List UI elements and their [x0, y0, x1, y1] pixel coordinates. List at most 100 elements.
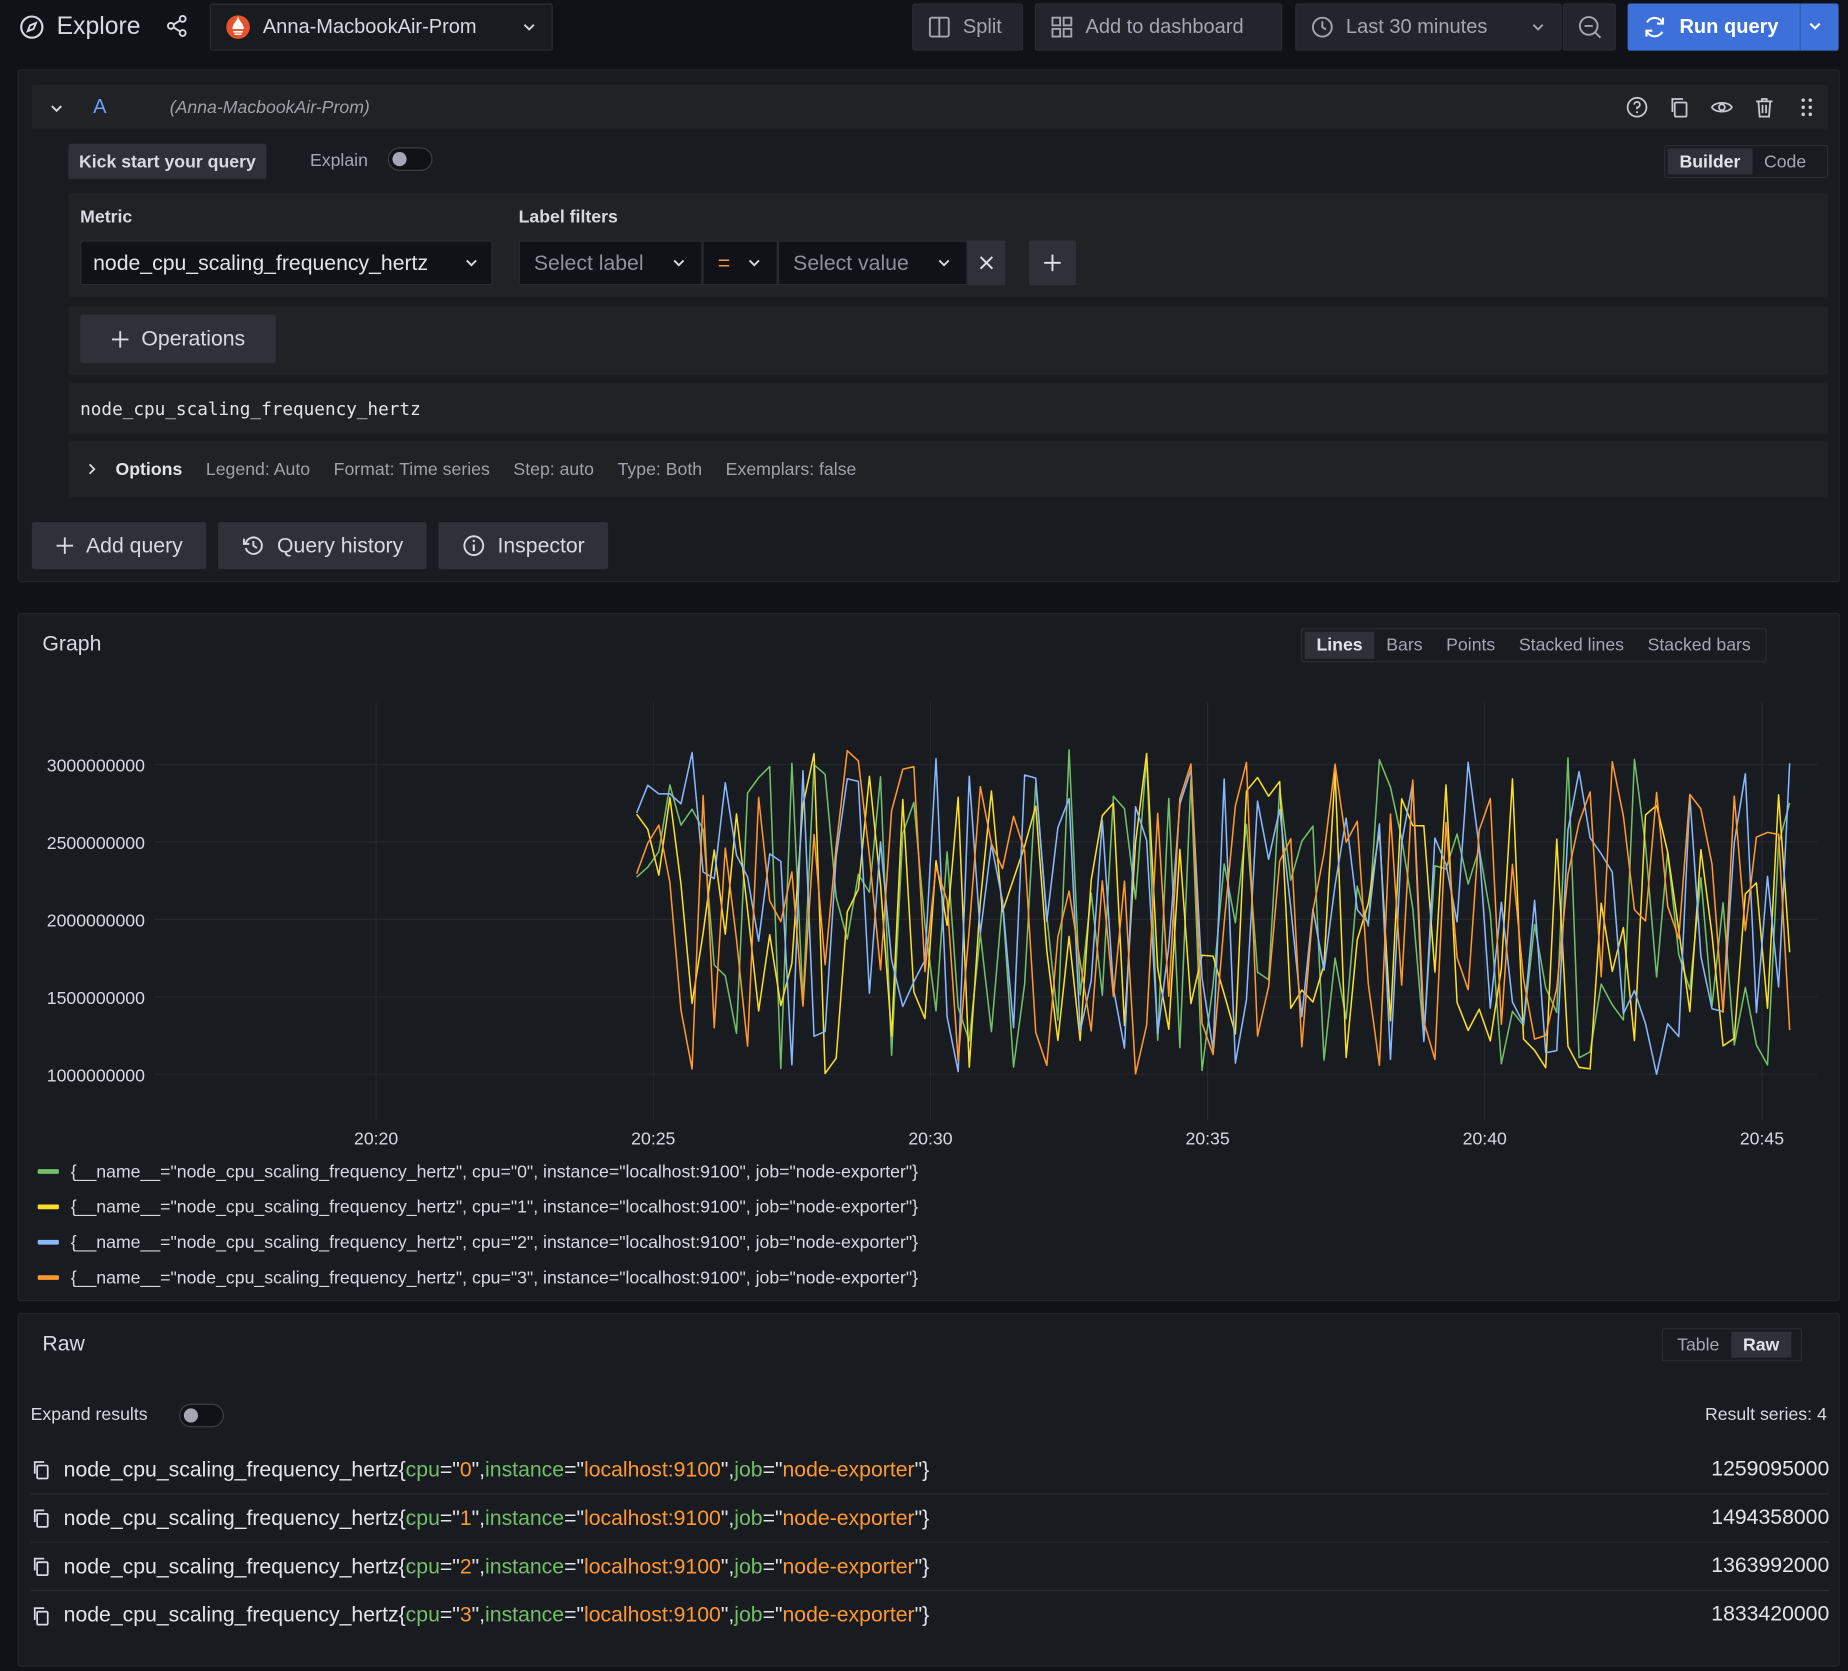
graph-panel: Graph Lines Bars Points Stacked lines St…	[17, 612, 1840, 1302]
metric-name: node_cpu_scaling_frequency_hertz{	[63, 1553, 406, 1578]
label-eq: ="	[564, 1553, 584, 1578]
explain-toggle[interactable]	[387, 147, 433, 171]
view-table[interactable]: Table	[1665, 1332, 1731, 1358]
toggle-knob	[183, 1408, 198, 1423]
label-key: instance	[485, 1505, 565, 1530]
label-eq: ="	[439, 1457, 460, 1481]
split-label: Split	[962, 15, 1002, 38]
label-sep: ",	[720, 1505, 735, 1530]
option-format: Format: Time series	[333, 459, 490, 480]
operator-select[interactable]: =	[702, 240, 778, 286]
view-raw[interactable]: Raw	[1731, 1331, 1792, 1358]
copy-icon[interactable]	[31, 1556, 52, 1577]
columns-icon	[928, 15, 952, 39]
options-title: Options	[115, 459, 183, 480]
time-range-picker[interactable]: Last 30 minutes	[1295, 3, 1562, 51]
help-icon[interactable]	[1625, 95, 1649, 119]
label-eq: ="	[762, 1602, 783, 1627]
query-options-row[interactable]: Options Legend: Auto Format: Time series…	[68, 440, 1828, 498]
toggle-knob	[392, 152, 407, 167]
metric-name: node_cpu_scaling_frequency_hertz{	[63, 1457, 406, 1481]
query-row-header: A (Anna-MacbookAir-Prom)	[31, 84, 1828, 130]
legend-item[interactable]: {__name__="node_cpu_scaling_frequency_he…	[37, 1225, 918, 1260]
graph-type-stacked-bars[interactable]: Stacked bars	[1636, 632, 1763, 659]
query-letter[interactable]: A	[93, 95, 106, 119]
graph-type-lines[interactable]: Lines	[1304, 631, 1375, 659]
label-value: node-exporter	[782, 1505, 915, 1530]
split-button[interactable]: Split	[912, 3, 1023, 51]
label-value: localhost:9100	[583, 1505, 721, 1530]
explore-title: Explore	[19, 7, 141, 47]
label-value: 3	[459, 1602, 472, 1627]
remove-filter-button[interactable]	[967, 240, 1006, 286]
x-tick-label: 20:35	[1186, 1128, 1230, 1148]
share-icon[interactable]	[165, 14, 189, 38]
zoom-out-button[interactable]	[1562, 3, 1616, 51]
copy-icon[interactable]	[31, 1507, 52, 1528]
graph-type-stacked-lines[interactable]: Stacked lines	[1507, 632, 1636, 659]
label-eq: ="	[762, 1553, 783, 1578]
inspector-button[interactable]: Inspector	[438, 522, 609, 570]
value-select[interactable]: Select value	[777, 240, 968, 286]
label-close: "}	[914, 1457, 930, 1481]
raw-title: Raw	[42, 1331, 85, 1356]
label-key: job	[734, 1505, 763, 1530]
metric-select[interactable]: node_cpu_scaling_frequency_hertz	[80, 240, 493, 286]
add-filter-button[interactable]	[1028, 240, 1077, 286]
chevron-down-icon[interactable]	[1807, 18, 1824, 34]
label-value: 1	[459, 1505, 472, 1530]
trash-icon[interactable]	[1753, 95, 1777, 119]
collapse-chevron-icon[interactable]	[48, 100, 64, 116]
legend-item[interactable]: {__name__="node_cpu_scaling_frequency_he…	[37, 1154, 919, 1189]
raw-result-row: node_cpu_scaling_frequency_hertz{cpu =" 0 "…	[30, 1446, 1829, 1495]
legend-item[interactable]: {__name__="node_cpu_scaling_frequency_he…	[37, 1260, 918, 1295]
datasource-picker[interactable]: Anna-MacbookAir-Prom	[209, 3, 553, 51]
copy-icon[interactable]	[31, 1605, 52, 1626]
y-tick-label: 1500000000	[47, 988, 145, 1008]
x-tick-label: 20:45	[1740, 1128, 1784, 1148]
raw-results-list: node_cpu_scaling_frequency_hertz{cpu =" 0 "…	[30, 1446, 1830, 1639]
label-key: instance	[485, 1553, 565, 1578]
prometheus-logo-icon	[225, 14, 251, 40]
time-series-chart[interactable]: 1000000000 1500000000 2000000000 2500000000…	[19, 685, 1839, 1154]
eye-icon[interactable]	[1710, 95, 1734, 119]
query-history-label: Query history	[277, 533, 404, 557]
label-value: localhost:9100	[583, 1553, 721, 1578]
add-to-dashboard-button[interactable]: Add to dashboard	[1034, 3, 1283, 51]
kick-start-query-button[interactable]: Kick start your query	[68, 143, 267, 180]
add-query-button[interactable]: Add query	[31, 522, 207, 570]
x-tick-label: 20:30	[908, 1128, 952, 1148]
legend-label: {__name__="node_cpu_scaling_frequency_he…	[70, 1161, 919, 1182]
compass-icon	[19, 14, 45, 40]
history-icon	[242, 534, 266, 558]
info-circle-icon	[462, 534, 486, 558]
run-query-button[interactable]: Run query	[1627, 3, 1839, 51]
graph-type-bars[interactable]: Bars	[1374, 632, 1434, 659]
expand-results-toggle[interactable]	[179, 1403, 224, 1428]
label-filters-label: Label filters	[518, 207, 618, 228]
option-type: Type: Both	[617, 459, 703, 480]
label-eq: ="	[564, 1457, 584, 1481]
duplicate-icon[interactable]	[1668, 95, 1692, 119]
label-eq: ="	[439, 1553, 460, 1578]
mode-code[interactable]: Code	[1752, 148, 1818, 174]
label-close: "}	[914, 1505, 930, 1530]
result-value: 1363992000	[1711, 1553, 1830, 1577]
query-editor-panel: A (Anna-MacbookAir-Prom) Kick start your…	[17, 69, 1840, 583]
chevron-down-icon	[671, 255, 688, 271]
label-key: cpu	[405, 1602, 440, 1627]
legend-item[interactable]: {__name__="node_cpu_scaling_frequency_he…	[37, 1189, 918, 1224]
label-key: job	[734, 1602, 763, 1627]
copy-icon[interactable]	[31, 1459, 52, 1480]
x-tick-label: 20:20	[354, 1128, 398, 1148]
metric-name: node_cpu_scaling_frequency_hertz{	[63, 1602, 406, 1627]
label-select[interactable]: Select label	[518, 240, 703, 286]
graph-type-points[interactable]: Points	[1434, 632, 1507, 659]
query-preview: node_cpu_scaling_frequency_hertz	[68, 383, 1828, 434]
add-operations-button[interactable]: Operations	[80, 314, 276, 363]
query-history-button[interactable]: Query history	[218, 522, 427, 570]
x-tick-label: 20:25	[631, 1128, 675, 1148]
mode-builder[interactable]: Builder	[1667, 148, 1753, 175]
drag-handle-icon[interactable]	[1795, 95, 1819, 119]
label-key: instance	[485, 1602, 565, 1627]
